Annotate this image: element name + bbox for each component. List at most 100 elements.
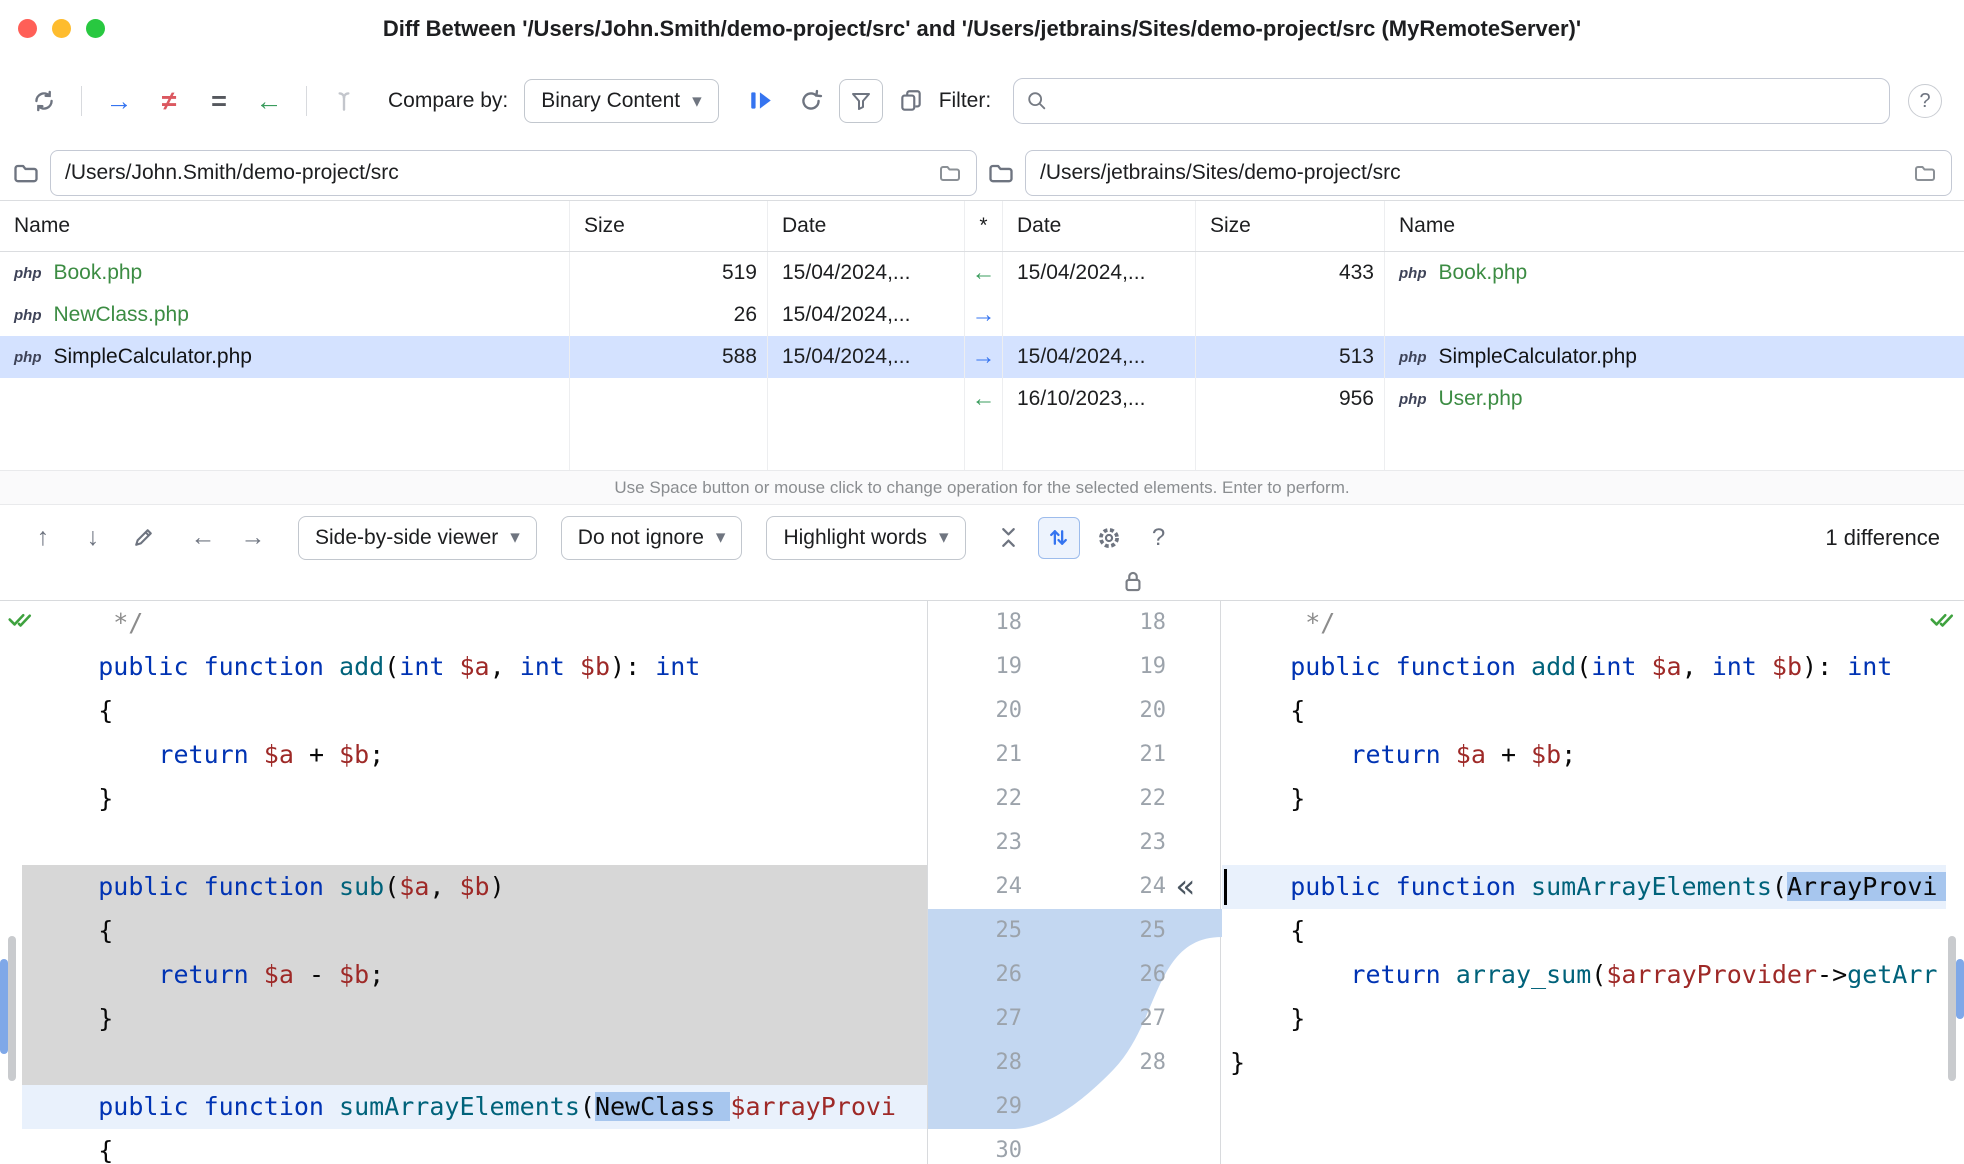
file-date-right bbox=[1003, 294, 1196, 336]
column-header-size-right[interactable]: Size bbox=[1196, 201, 1385, 251]
file-size-right: 433 bbox=[1196, 252, 1385, 294]
diff-help-icon[interactable]: ? bbox=[1138, 517, 1180, 559]
go-left-button[interactable]: ← bbox=[182, 517, 224, 559]
synchronize-all-icon[interactable] bbox=[739, 79, 783, 123]
minimize-window-button[interactable] bbox=[52, 19, 71, 38]
reload-icon[interactable] bbox=[789, 79, 833, 123]
diff-toolbar: ↑ ↓ ← → Side-by-side viewer ▾ Do not ign… bbox=[0, 505, 1964, 570]
code-line: { bbox=[38, 1136, 114, 1164]
copy-left-operation-button[interactable]: ← bbox=[247, 79, 291, 123]
right-scrollbar[interactable] bbox=[1946, 601, 1964, 1164]
table-empty-area bbox=[0, 420, 1964, 470]
viewer-mode-value: Side-by-side viewer bbox=[315, 525, 499, 549]
scroll-lock-icon[interactable] bbox=[1118, 566, 1148, 596]
line-number: 22 bbox=[1139, 786, 1167, 811]
folder-icon bbox=[14, 164, 38, 182]
left-path-field[interactable]: /Users/John.Smith/demo-project/src bbox=[50, 149, 977, 196]
merge-operation-icon[interactable] bbox=[322, 79, 366, 123]
collapse-unchanged-icon[interactable] bbox=[988, 517, 1030, 559]
previous-difference-button[interactable]: ↑ bbox=[22, 517, 64, 559]
path-row: /Users/John.Smith/demo-project/src /User… bbox=[0, 145, 1964, 200]
copy-settings-icon[interactable] bbox=[889, 79, 933, 123]
line-number: 26 bbox=[995, 962, 1023, 987]
compare-by-dropdown[interactable]: Binary Content ▾ bbox=[524, 79, 719, 123]
file-name: NewClass.php bbox=[53, 303, 189, 326]
line-number: 23 bbox=[995, 830, 1023, 855]
help-icon[interactable]: ? bbox=[1908, 84, 1942, 118]
scrollbar-thumb[interactable] bbox=[1948, 936, 1956, 1081]
column-header-date-right[interactable]: Date bbox=[1003, 201, 1196, 251]
filter-icon[interactable] bbox=[838, 79, 883, 123]
filter-search-field[interactable] bbox=[1013, 78, 1890, 124]
edit-icon[interactable] bbox=[122, 517, 164, 559]
table-header: Name Size Date * Date Size Name bbox=[0, 200, 1964, 252]
highlight-mode-dropdown[interactable]: Highlight words ▾ bbox=[766, 515, 966, 560]
file-name-cell: php Book.php bbox=[0, 252, 570, 294]
sync-direction-arrow[interactable]: ← bbox=[965, 252, 1003, 294]
column-header-size-left[interactable]: Size bbox=[570, 201, 768, 251]
table-row[interactable]: ← 16/10/2023,... 956 php User.php bbox=[0, 378, 1964, 420]
column-header-name-left[interactable]: Name bbox=[0, 201, 570, 251]
table-row[interactable]: php NewClass.php 26 15/04/2024,... → bbox=[0, 294, 1964, 336]
right-path-value: /Users/jetbrains/Sites/demo-project/src bbox=[1040, 160, 1401, 184]
code-line: public function add(int $a, int $b): int bbox=[1290, 652, 1893, 681]
close-window-button[interactable] bbox=[18, 19, 37, 38]
left-code-pane[interactable]: */ public function add(int $a, int $b): … bbox=[22, 601, 927, 1164]
file-name-cell: php NewClass.php bbox=[0, 294, 570, 336]
synchronize-scrolling-toggle[interactable] bbox=[1037, 516, 1080, 559]
settings-gear-icon[interactable] bbox=[1088, 517, 1130, 559]
column-header-name-right[interactable]: Name bbox=[1385, 201, 1964, 251]
diff-marker[interactable] bbox=[1956, 959, 1964, 1019]
left-scrollbar[interactable] bbox=[0, 601, 18, 1164]
copy-right-operation-button[interactable]: → bbox=[97, 79, 141, 123]
file-date-right: 15/04/2024,... bbox=[1003, 336, 1196, 378]
difference-count: 1 difference bbox=[1825, 524, 1940, 550]
file-name-cell bbox=[1385, 294, 1964, 336]
line-number: 20 bbox=[995, 698, 1023, 723]
php-file-icon: php bbox=[14, 264, 42, 282]
file-name: User.php bbox=[1438, 387, 1523, 410]
scrollbar-thumb[interactable] bbox=[8, 936, 16, 1081]
php-file-icon: php bbox=[1399, 264, 1427, 282]
title-bar: Diff Between '/Users/John.Smith/demo-pro… bbox=[0, 0, 1964, 57]
zoom-window-button[interactable] bbox=[86, 19, 105, 38]
not-equal-filter-button[interactable]: ≠ bbox=[147, 79, 191, 123]
file-date-right: 16/10/2023,... bbox=[1003, 378, 1196, 420]
viewer-mode-dropdown[interactable]: Side-by-side viewer ▾ bbox=[298, 515, 537, 560]
equal-filter-button[interactable]: = bbox=[197, 79, 241, 123]
sync-direction-arrow[interactable]: → bbox=[965, 294, 1003, 336]
apply-change-chevrons[interactable]: « bbox=[1176, 865, 1195, 909]
file-size-left bbox=[570, 378, 768, 420]
left-path-value: /Users/John.Smith/demo-project/src bbox=[65, 160, 399, 184]
line-number: 23 bbox=[1139, 830, 1167, 855]
search-input[interactable] bbox=[1056, 89, 1877, 113]
refresh-icon[interactable] bbox=[22, 79, 66, 123]
column-header-date-left[interactable]: Date bbox=[768, 201, 965, 251]
go-right-button[interactable]: → bbox=[232, 517, 274, 559]
code-line: return array_sum($arrayProvider->getArr bbox=[1350, 960, 1938, 989]
column-header-operation[interactable]: * bbox=[965, 201, 1003, 251]
code-line: { bbox=[22, 909, 927, 953]
right-path-field[interactable]: /Users/jetbrains/Sites/demo-project/src bbox=[1025, 149, 1952, 196]
table-row[interactable]: php Book.php 519 15/04/2024,... ← 15/04/2024,… bbox=[0, 252, 1964, 294]
sync-direction-arrow[interactable]: → bbox=[965, 336, 1003, 378]
right-code-pane[interactable]: */ public function add(int $a, int $b): … bbox=[1222, 601, 1946, 1164]
browse-folder-icon[interactable] bbox=[938, 161, 962, 185]
code-line: { bbox=[38, 696, 114, 725]
file-size-right: 956 bbox=[1196, 378, 1385, 420]
next-difference-button[interactable]: ↓ bbox=[72, 517, 114, 559]
php-file-icon: php bbox=[14, 348, 42, 366]
php-file-icon: php bbox=[14, 306, 42, 324]
code-line: { bbox=[1230, 916, 1306, 945]
diff-marker[interactable] bbox=[0, 959, 8, 1054]
code-line: public function add(int $a, int $b): int bbox=[98, 652, 701, 681]
file-size-right: 513 bbox=[1196, 336, 1385, 378]
line-number: 19 bbox=[995, 654, 1023, 679]
line-number: 25 bbox=[995, 918, 1023, 943]
table-row[interactable]: php SimpleCalculator.php 588 15/04/2024,...… bbox=[0, 336, 1964, 378]
file-size-left: 519 bbox=[570, 252, 768, 294]
sync-direction-arrow[interactable]: ← bbox=[965, 378, 1003, 420]
ignore-mode-dropdown[interactable]: Do not ignore ▾ bbox=[560, 515, 743, 560]
browse-folder-icon[interactable] bbox=[1913, 161, 1937, 185]
